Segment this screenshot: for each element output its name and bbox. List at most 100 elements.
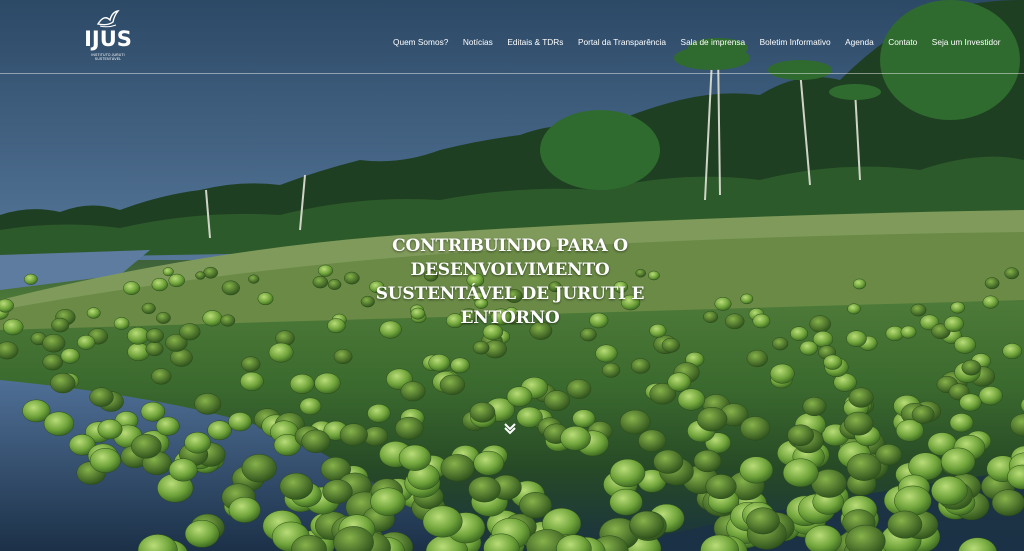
lily-pad: [619, 409, 651, 435]
lily-pad: [609, 488, 643, 516]
lily-pad: [395, 416, 424, 440]
logo[interactable]: IJUS INSTITUTO JURUTI SUSTENTÁVEL: [82, 10, 134, 64]
nav-item-noticias[interactable]: Notícias: [463, 34, 493, 50]
lily-pad: [203, 266, 218, 279]
lily-pad: [506, 386, 533, 407]
scroll-down-button[interactable]: [502, 420, 518, 436]
lily-pad: [931, 476, 968, 506]
lily-pad: [1002, 343, 1023, 360]
lily-pad: [322, 479, 353, 504]
lily-pad: [638, 429, 667, 453]
lily-pad: [595, 344, 618, 363]
lily-pad: [23, 273, 38, 285]
nav-item-boletim[interactable]: Boletim Informativo: [760, 34, 831, 50]
lily-pad: [1004, 267, 1020, 280]
lily-pad: [703, 310, 719, 323]
lily-pad: [141, 302, 156, 315]
lily-pad: [220, 314, 236, 327]
lily-pad: [472, 340, 490, 355]
lily-pad: [51, 317, 70, 333]
lily-pad: [97, 419, 123, 440]
nav-item-editais[interactable]: Editais & TDRs: [507, 34, 563, 50]
lily-pad: [752, 313, 771, 329]
lily-pad: [370, 487, 406, 516]
lily-pad: [560, 425, 591, 451]
lily-pad: [439, 374, 466, 395]
lily-pad: [42, 353, 63, 371]
nav-item-investidor[interactable]: Seja um Investidor: [932, 34, 1001, 50]
lily-pad: [155, 416, 180, 436]
lily-pad: [184, 431, 211, 454]
lily-pad: [809, 315, 831, 333]
lily-pad: [168, 458, 198, 482]
chevron-down-icon: [504, 423, 516, 435]
site-header: IJUS INSTITUTO JURUTI SUSTENTÁVEL Quem S…: [0, 0, 1024, 74]
bird-icon: [96, 10, 120, 28]
lily-pad: [677, 388, 706, 411]
lily-pad: [705, 474, 737, 500]
nav-item-portal-transparencia[interactable]: Portal da Transparência: [578, 34, 666, 50]
nav-item-quem-somos[interactable]: Quem Somos?: [393, 34, 448, 50]
lily-pad: [469, 402, 496, 423]
lily-pad: [42, 333, 66, 353]
lily-pad: [333, 348, 353, 365]
lily-pad: [580, 327, 597, 342]
lily-pad: [846, 330, 867, 347]
lily-pad: [693, 449, 722, 473]
lily-pad: [240, 371, 264, 391]
lily-pad: [473, 450, 505, 476]
lily-pad: [2, 318, 24, 336]
lily-pad: [852, 278, 867, 290]
lily-pad: [959, 393, 982, 412]
lily-pad: [887, 510, 923, 539]
lily-pad: [168, 273, 185, 288]
lily-pad: [787, 424, 814, 447]
lily-pad: [179, 323, 201, 341]
lily-pad: [940, 447, 976, 476]
lily-pad: [162, 267, 174, 277]
lily-pad: [195, 271, 206, 280]
lily-pad: [367, 403, 391, 423]
lily-pad: [630, 358, 651, 374]
lily-pad: [950, 301, 966, 314]
lily-pad: [43, 411, 75, 436]
lily-pad: [802, 396, 827, 417]
lily-pad: [398, 444, 432, 471]
lily-pad: [156, 311, 171, 324]
lily-pad: [299, 397, 322, 416]
lily-pad: [543, 390, 571, 412]
lily-pad: [943, 315, 964, 332]
lily-pad: [846, 453, 882, 481]
lily-pad: [279, 472, 314, 500]
lily-pad: [661, 337, 680, 353]
lily-pad: [894, 485, 932, 516]
lily-pad: [89, 387, 114, 407]
lily-pad: [312, 275, 329, 289]
lily-pad: [910, 303, 927, 317]
lily-pad: [113, 317, 130, 330]
lily-pad: [739, 456, 774, 484]
hero-headline-line2: sustentável de Juruti e entorno: [375, 284, 645, 328]
lily-pad: [194, 393, 222, 415]
lily-pad: [900, 325, 917, 339]
lily-pad: [257, 292, 274, 306]
lily-pad: [241, 454, 277, 483]
nav-item-contato[interactable]: Contato: [888, 34, 917, 50]
lily-pad: [954, 336, 976, 354]
lily-pad: [769, 363, 795, 384]
lily-pad: [823, 354, 843, 370]
lily-pad: [127, 326, 150, 345]
lily-pad: [184, 519, 220, 548]
nav-item-agenda[interactable]: Agenda: [845, 34, 874, 50]
lily-pad: [202, 310, 223, 327]
lily-pad: [60, 348, 80, 364]
lily-pad: [949, 413, 974, 433]
lily-pad: [0, 298, 14, 313]
lily-pad: [468, 476, 501, 503]
lily-pad: [151, 368, 172, 385]
lily-pad: [978, 386, 1003, 406]
lily-pad: [1010, 413, 1024, 437]
nav-item-sala-imprensa[interactable]: Sala de imprensa: [681, 34, 746, 50]
lily-pad: [653, 449, 684, 474]
lily-pad: [667, 372, 692, 392]
